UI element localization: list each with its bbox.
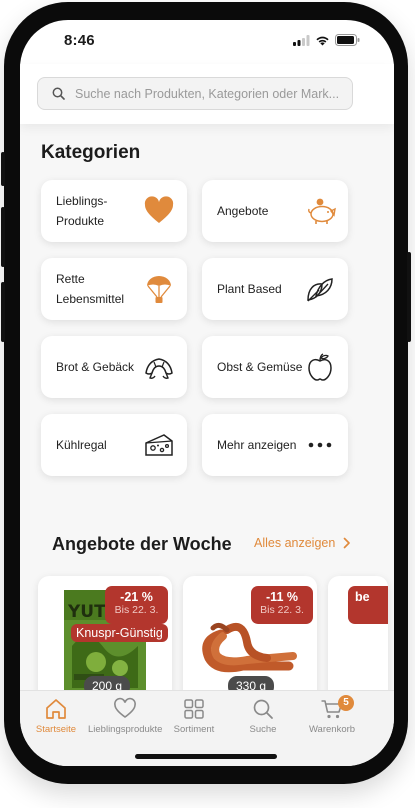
tab-label: Warenkorb [308, 724, 356, 735]
offers-title: Angebote der Woche [52, 534, 232, 554]
category-mehr-anzeigen[interactable]: Mehr anzeigen [202, 414, 348, 476]
mute-switch [1, 152, 5, 186]
cart-count-badge: 5 [338, 695, 354, 711]
category-angebote[interactable]: Angebote [202, 180, 348, 242]
tab-suche[interactable]: Suche [227, 697, 299, 735]
discount-percent: -21 % [120, 590, 153, 604]
category-obst-gemuese[interactable]: Obst & Gemüse [202, 336, 348, 398]
leaves-icon [307, 278, 333, 302]
category-label: Plant Based [217, 282, 282, 296]
volume-down-button [1, 282, 5, 342]
home-icon [46, 699, 66, 719]
status-bar: 8:46 [20, 20, 394, 64]
status-time: 8:46 [64, 32, 95, 49]
product-card[interactable]: be [328, 576, 388, 690]
category-kuehlregal[interactable]: Kühlregal [41, 414, 187, 476]
search-placeholder: Suche nach Produkten, Kategorien oder Ma… [75, 86, 340, 101]
product-card[interactable]: -11 % Bis 22. 3. 330 g [183, 576, 317, 690]
wifi-icon [316, 36, 329, 45]
discount-until: Bis 22. 3. [260, 604, 304, 616]
categories-title: Kategorien [41, 142, 141, 163]
grid-icon [184, 699, 204, 719]
search-input[interactable]: Suche nach Produkten, Kategorien oder Ma… [37, 77, 353, 110]
tab-label: Lieblingsprodukte [88, 724, 163, 735]
discount-badge: -11 % Bis 22. 3. [251, 586, 313, 624]
discount-until: Bis 22. 3. [114, 604, 159, 616]
weight-badge: 200 g [84, 676, 131, 690]
category-label: Obst & Gemüse [217, 360, 303, 374]
category-label: Rette Lebensmittel [56, 272, 125, 306]
category-label: Mehr anzeigen [217, 438, 297, 452]
tab-sortiment[interactable]: Sortiment [158, 697, 230, 735]
search-bar-container: Suche nach Produkten, Kategorien oder Ma… [20, 64, 394, 124]
search-icon [52, 87, 65, 100]
croissant-icon [145, 358, 173, 379]
category-label: Brot & Gebäck [56, 360, 135, 374]
discount-badge: -21 % Bis 22. 3. [105, 586, 168, 624]
signal-icon [293, 34, 310, 46]
chevron-right-icon [343, 537, 351, 549]
status-icons [293, 34, 360, 46]
discount-badge: be [348, 586, 388, 624]
category-brot-gebaeck[interactable]: Brot & Gebäck [41, 336, 187, 398]
battery-icon [335, 34, 360, 46]
brand-text: YUT [67, 602, 106, 622]
tab-warenkorb[interactable]: Warenkorb 5 [296, 695, 368, 735]
tab-label: Sortiment [173, 724, 215, 735]
power-button [407, 252, 411, 342]
discount-percent: be [355, 590, 370, 604]
discount-percent: -11 % [266, 590, 298, 604]
category-label: Lieblings-Produkte [56, 194, 108, 228]
parachute-icon [147, 276, 171, 303]
more-dots-icon [308, 442, 332, 448]
app-screen: 8:46 Suche nach Produkten, Kategorien od… [20, 20, 394, 766]
tab-label: Suche [249, 724, 277, 735]
heart-outline-icon [114, 697, 136, 718]
tab-label: Startseite [35, 724, 77, 735]
category-lieblingsprodukte[interactable]: Lieblings-Produkte [41, 180, 187, 242]
product-card[interactable]: YUT -21 % Bis 22. 3. Knuspr-Günstig 200 … [38, 576, 172, 690]
home-indicator [135, 754, 277, 759]
category-rette-lebensmittel[interactable]: Rette Lebensmittel [41, 258, 187, 320]
search-icon [253, 699, 273, 719]
phone-frame: 8:46 Suche nach Produkten, Kategorien od… [1, 2, 411, 784]
weight-badge: 330 g [228, 676, 275, 690]
tab-startseite[interactable]: Startseite [20, 697, 92, 735]
piggy-bank-icon [308, 198, 336, 224]
category-plant-based[interactable]: Plant Based [202, 258, 348, 320]
category-label: Angebote [217, 204, 269, 218]
category-label: Kühlregal [56, 438, 107, 452]
tab-lieblingsprodukte[interactable]: Lieblingsprodukte [88, 697, 162, 735]
heart-icon [144, 196, 174, 223]
show-all-label: Alles anzeigen [254, 536, 336, 550]
knuspr-guenstig-tag: Knuspr-Günstig [71, 624, 168, 642]
apple-icon [308, 353, 332, 381]
home-content: Kategorien Lieblings-Produkte Angebote R… [20, 124, 394, 690]
volume-up-button [1, 207, 5, 267]
show-all-offers-link[interactable]: Alles anzeigen [254, 536, 351, 550]
cheese-icon [145, 434, 173, 456]
